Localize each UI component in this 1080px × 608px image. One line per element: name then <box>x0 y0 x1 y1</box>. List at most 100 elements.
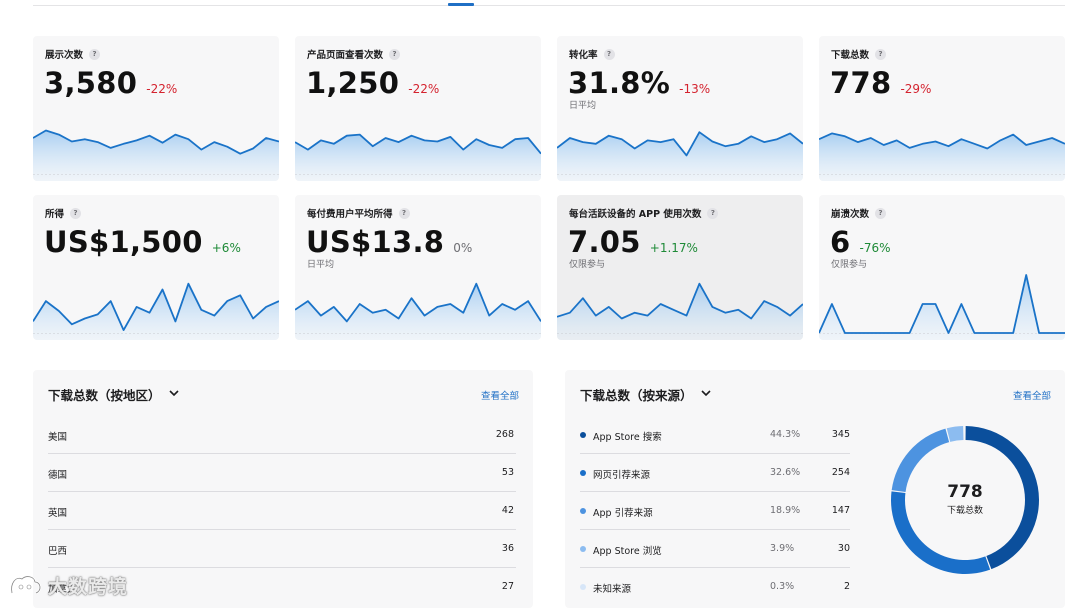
source-name: App Store 浏览 <box>593 546 662 557</box>
metric-title-label: 崩溃次数 <box>831 209 870 220</box>
active-tab-indicator <box>448 3 474 6</box>
region-row[interactable]: 英国 42 <box>48 492 516 530</box>
source-name: App Store 搜索 <box>593 432 662 443</box>
metric-title: 转化率? <box>569 47 615 61</box>
source-row[interactable]: 网页引荐来源 32.6% 254 <box>580 454 850 492</box>
metric-value: 3,580 <box>44 66 138 100</box>
metric-value: 7.05 <box>568 225 641 259</box>
metric-title: 下载总数? <box>831 47 887 61</box>
metric-title: 每付费用户平均所得? <box>307 206 410 220</box>
region-name: 英国 <box>48 508 68 519</box>
metric-card[interactable]: 崩溃次数? 6 -76% 仅限参与 <box>819 195 1065 340</box>
legend-dot-icon <box>580 432 586 438</box>
source-percent: 44.3% <box>770 429 801 440</box>
metric-title: 产品页面查看次数? <box>307 47 401 61</box>
sparkline-area <box>557 132 803 181</box>
donut-slice[interactable] <box>946 426 964 442</box>
help-icon[interactable]: ? <box>89 48 101 60</box>
sources-panel-title[interactable]: 下载总数（按来源） <box>580 385 711 404</box>
region-name: 德国 <box>48 470 68 481</box>
help-icon[interactable]: ? <box>398 207 410 219</box>
source-percent: 18.9% <box>770 505 801 516</box>
source-value: 30 <box>837 543 850 554</box>
source-name: 网页引荐来源 <box>593 470 651 481</box>
sparkline-area <box>33 283 279 340</box>
help-icon[interactable]: ? <box>70 207 82 219</box>
region-value: 36 <box>501 543 514 554</box>
chevron-down-icon[interactable] <box>168 389 179 400</box>
help-icon[interactable]: ? <box>875 207 887 219</box>
metric-value-row: 6 -76% <box>830 225 891 259</box>
source-row[interactable]: App Store 浏览 3.9% 30 <box>580 530 850 568</box>
sparkline-area <box>33 130 279 181</box>
help-icon[interactable]: ? <box>875 48 887 60</box>
source-row[interactable]: App 引荐来源 18.9% 147 <box>580 492 850 530</box>
chevron-down-icon[interactable] <box>700 389 711 400</box>
source-row[interactable]: 未知来源 0.3% 2 <box>580 568 850 606</box>
source-percent: 32.6% <box>770 467 801 478</box>
metric-value-row: 1,250 -22% <box>306 66 439 100</box>
help-icon[interactable]: ? <box>707 207 719 219</box>
regions-title-label: 下载总数（按地区） <box>48 388 161 403</box>
sparkline-area <box>295 283 541 340</box>
metric-title: 展示次数? <box>45 47 101 61</box>
metric-value: US$13.8 <box>306 225 445 259</box>
metric-card[interactable]: 转化率? 31.8% -13% 日平均 <box>557 36 803 181</box>
metric-card[interactable]: 展示次数? 3,580 -22% <box>33 36 279 181</box>
metric-value: US$1,500 <box>44 225 203 259</box>
sparkline-chart <box>557 131 803 181</box>
help-icon[interactable]: ? <box>603 48 615 60</box>
region-name: 美国 <box>48 432 68 443</box>
region-value: 53 <box>501 467 514 478</box>
metric-card[interactable]: 所得? US$1,500 +6% <box>33 195 279 340</box>
sparkline-chart <box>33 282 279 340</box>
metric-value: 31.8% <box>568 66 671 100</box>
metric-change: -29% <box>900 82 932 96</box>
legend-dot-icon <box>580 470 586 476</box>
metric-value-row: 3,580 -22% <box>44 66 177 100</box>
metric-value: 1,250 <box>306 66 400 100</box>
region-value: 27 <box>501 581 514 592</box>
watermark-logo-icon <box>10 574 42 594</box>
metric-change: -76% <box>859 241 891 255</box>
metric-value: 6 <box>830 225 851 259</box>
help-icon[interactable]: ? <box>389 48 401 60</box>
region-name: 巴西 <box>48 546 68 557</box>
region-value: 42 <box>501 505 514 516</box>
legend-dot-icon <box>580 584 586 590</box>
legend-dot-icon <box>580 508 586 514</box>
source-row[interactable]: App Store 搜索 44.3% 345 <box>580 416 850 454</box>
regions-view-all-link[interactable]: 查看全部 <box>481 388 519 402</box>
metric-value-row: US$13.8 0% <box>306 225 472 259</box>
metric-change: -13% <box>679 82 711 96</box>
source-value: 345 <box>831 429 850 440</box>
sources-view-all-link[interactable]: 查看全部 <box>1013 388 1051 402</box>
metric-title-label: 所得 <box>45 209 65 220</box>
region-row[interactable]: 巴西 36 <box>48 530 516 568</box>
metric-value-row: US$1,500 +6% <box>44 225 241 259</box>
regions-panel-title[interactable]: 下载总数（按地区） <box>48 385 179 404</box>
metric-title-label: 产品页面查看次数 <box>307 50 384 61</box>
metric-card[interactable]: 每付费用户平均所得? US$13.8 0% 日平均 <box>295 195 541 340</box>
region-row[interactable]: 德国 53 <box>48 454 516 492</box>
metric-change: -22% <box>146 82 178 96</box>
metric-value-row: 778 -29% <box>830 66 931 100</box>
source-percent: 3.9% <box>770 543 795 554</box>
legend-dot-icon <box>580 546 586 552</box>
source-value: 254 <box>831 467 850 478</box>
metric-card[interactable]: 产品页面查看次数? 1,250 -22% <box>295 36 541 181</box>
metric-title-label: 转化率 <box>569 50 598 61</box>
sparkline-chart <box>33 129 279 181</box>
donut-label: 下载总数 <box>946 506 983 516</box>
metric-change: -22% <box>408 82 440 96</box>
region-row[interactable]: 美国 268 <box>48 416 516 454</box>
watermark: 大数跨境 <box>8 572 128 599</box>
metric-card[interactable]: 每台活跃设备的 APP 使用次数? 7.05 +1.17% 仅限参与 <box>557 195 803 340</box>
metric-card[interactable]: 下载总数? 778 -29% <box>819 36 1065 181</box>
source-value: 147 <box>831 505 850 516</box>
metric-title: 崩溃次数? <box>831 206 887 220</box>
region-value: 268 <box>495 429 514 440</box>
metric-change: +1.17% <box>649 241 698 255</box>
metric-title-label: 下载总数 <box>831 50 870 61</box>
metric-title-label: 每付费用户平均所得 <box>307 209 393 220</box>
